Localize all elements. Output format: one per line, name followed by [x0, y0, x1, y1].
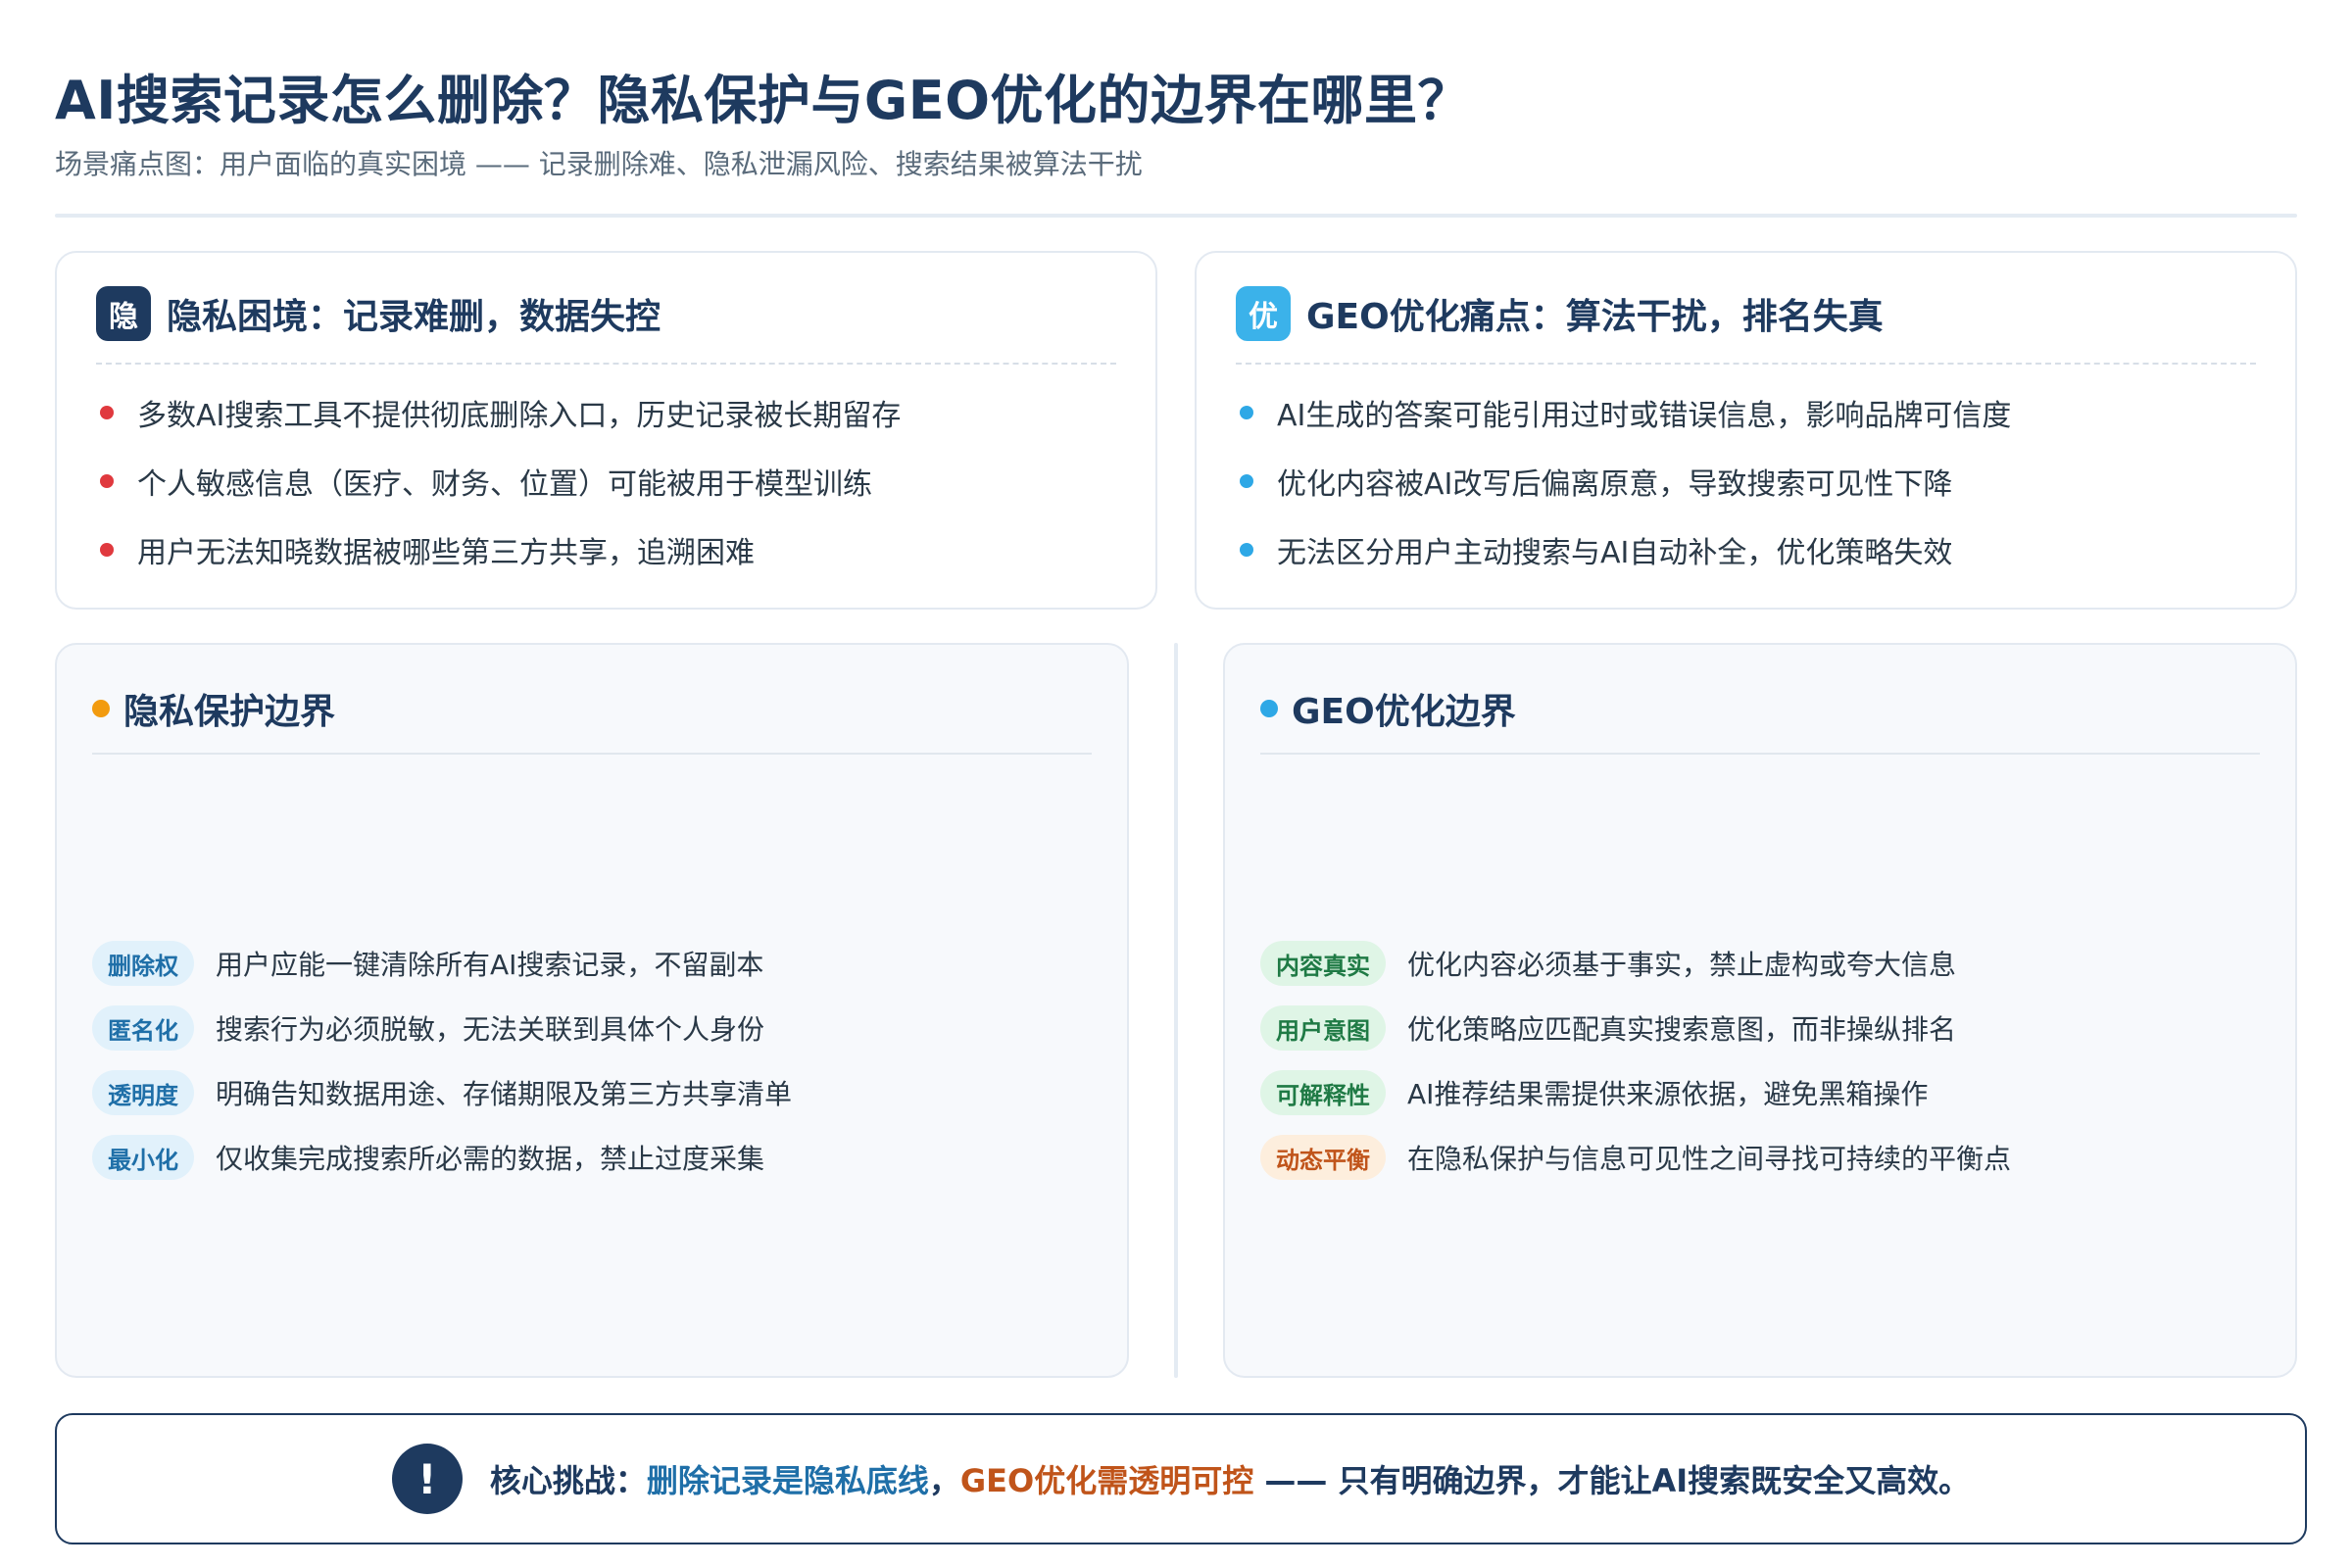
page-title: AI搜索记录怎么删除？隐私保护与GEO优化的边界在哪里？ [55, 70, 1471, 131]
bullet-dot-icon [100, 406, 114, 419]
banner-comma: ， [928, 1462, 960, 1499]
list-item: 优化内容被AI改写后偏离原意，导致搜索可见性下降 [1236, 447, 2256, 515]
banner-highlight-orange: GEO优化需透明可控 [959, 1462, 1254, 1499]
list-item-text: 优化内容被AI改写后偏离原意，导致搜索可见性下降 [1277, 467, 1953, 502]
privacy-pain-list: 多数AI搜索工具不提供彻底删除入口，历史记录被长期留存 个人敏感信息（医疗、财务… [96, 378, 1116, 584]
principle-tag: 最小化 [92, 1135, 194, 1180]
banner-prefix: 核心挑战： [489, 1462, 647, 1499]
principle-text: 仅收集完成搜索所必需的数据，禁止过度采集 [216, 1143, 765, 1175]
principle-tag: 动态平衡 [1259, 1135, 1386, 1180]
geo-boundary-header: GEO优化边界 [1259, 684, 2260, 733]
list-item: 用户意图 优化策略应匹配真实搜索意图，而非操纵排名 [1259, 996, 2260, 1060]
geo-pain-list: AI生成的答案可能引用过时或错误信息，影响品牌可信度 优化内容被AI改写后偏离原… [1236, 378, 2256, 584]
list-item: 个人敏感信息（医疗、财务、位置）可能被用于模型训练 [96, 447, 1116, 515]
privacy-pain-card: 隐 隐私困境：记录难删，数据失控 多数AI搜索工具不提供彻底删除入口，历史记录被… [55, 251, 1157, 610]
list-item-text: AI生成的答案可能引用过时或错误信息，影响品牌可信度 [1277, 399, 2012, 433]
list-item-text: 多数AI搜索工具不提供彻底删除入口，历史记录被长期留存 [137, 399, 902, 433]
principle-tag: 删除权 [92, 941, 194, 986]
privacy-boundary-title: 隐私保护边界 [123, 692, 336, 732]
header-divider [55, 214, 2297, 218]
list-item: 动态平衡 在隐私保护与信息可见性之间寻找可持续的平衡点 [1259, 1125, 2260, 1190]
list-item-text: 用户无法知晓数据被哪些第三方共享，追溯困难 [137, 536, 755, 570]
list-item: 内容真实 优化内容必须基于事实，禁止虚构或夸大信息 [1259, 931, 2260, 996]
principle-text: 优化策略应匹配真实搜索意图，而非操纵排名 [1406, 1013, 1956, 1046]
privacy-boundary-divider [92, 753, 1093, 755]
geo-badge-icon: 优 [1236, 286, 1291, 341]
privacy-pain-title: 隐私困境：记录难删，数据失控 [167, 297, 662, 337]
privacy-boundary-list: 删除权 用户应能一键清除所有AI搜索记录，不留副本 匿名化 搜索行为必须脱敏，无… [92, 931, 1092, 1190]
privacy-boundary-card: 隐私保护边界 删除权 用户应能一键清除所有AI搜索记录，不留副本 匿名化 搜索行… [55, 643, 1130, 1378]
boundaries-row: 隐私保护边界 删除权 用户应能一键清除所有AI搜索记录，不留副本 匿名化 搜索行… [55, 643, 2297, 1378]
exclamation-icon: ! [391, 1444, 463, 1514]
principle-tag: 内容真实 [1259, 941, 1386, 986]
orange-dot-icon [92, 700, 110, 717]
geo-boundary-list: 内容真实 优化内容必须基于事实，禁止虚构或夸大信息 用户意图 优化策略应匹配真实… [1259, 931, 2260, 1190]
list-item: 透明度 明确告知数据用途、存储期限及第三方共享清单 [92, 1060, 1092, 1125]
bullet-dot-icon [1240, 406, 1253, 419]
banner-text: 核心挑战：删除记录是隐私底线，GEO优化需透明可控 —— 只有明确边界，才能让A… [490, 1456, 1970, 1501]
principle-tag: 用户意图 [1259, 1005, 1386, 1051]
bullet-dot-icon [100, 474, 114, 488]
list-item: 用户无法知晓数据被哪些第三方共享，追溯困难 [96, 515, 1116, 584]
privacy-badge-icon: 隐 [96, 286, 151, 341]
bullet-dot-icon [1240, 474, 1253, 488]
banner-suffix: —— 只有明确边界，才能让AI搜索既安全又高效。 [1253, 1462, 1971, 1499]
bullet-dot-icon [100, 543, 114, 557]
principle-tag: 可解释性 [1259, 1070, 1386, 1115]
core-challenge-banner: ! 核心挑战：删除记录是隐私底线，GEO优化需透明可控 —— 只有明确边界，才能… [55, 1413, 2307, 1544]
principle-text: AI推荐结果需提供来源依据，避免黑箱操作 [1406, 1078, 1929, 1110]
bullet-dot-icon [1240, 543, 1253, 557]
blue-dot-icon [1259, 700, 1278, 717]
privacy-pain-header: 隐 隐私困境：记录难删，数据失控 [96, 286, 1116, 341]
list-item-text: 无法区分用户主动搜索与AI自动补全，优化策略失效 [1277, 536, 1953, 570]
principle-text: 明确告知数据用途、存储期限及第三方共享清单 [216, 1078, 793, 1110]
geo-boundary-title: GEO优化边界 [1291, 692, 1516, 732]
list-item: 匿名化 搜索行为必须脱敏，无法关联到具体个人身份 [92, 996, 1092, 1060]
geo-pain-header: 优 GEO优化痛点：算法干扰，排名失真 [1236, 286, 2256, 341]
banner-highlight-blue: 删除记录是隐私底线 [646, 1462, 929, 1499]
page-subtitle: 场景痛点图：用户面临的真实困境 —— 记录删除难、隐私泄漏风险、搜索结果被算法干… [55, 148, 1143, 180]
list-item: 删除权 用户应能一键清除所有AI搜索记录，不留副本 [92, 931, 1092, 996]
principle-tag: 透明度 [92, 1070, 194, 1115]
principle-tag: 匿名化 [92, 1005, 194, 1051]
list-item: 最小化 仅收集完成搜索所必需的数据，禁止过度采集 [92, 1125, 1092, 1190]
pain-points-row: 隐 隐私困境：记录难删，数据失控 多数AI搜索工具不提供彻底删除入口，历史记录被… [55, 251, 2297, 610]
list-item-text: 个人敏感信息（医疗、财务、位置）可能被用于模型训练 [137, 467, 872, 502]
geo-pain-card: 优 GEO优化痛点：算法干扰，排名失真 AI生成的答案可能引用过时或错误信息，影… [1195, 251, 2297, 610]
principle-text: 搜索行为必须脱敏，无法关联到具体个人身份 [216, 1013, 765, 1046]
geo-boundary-divider [1259, 753, 2260, 755]
page: AI搜索记录怎么删除？隐私保护与GEO优化的边界在哪里？ 场景痛点图：用户面临的… [0, 0, 2352, 1568]
geo-pain-title: GEO优化痛点：算法干扰，排名失真 [1306, 297, 1884, 337]
list-item: AI生成的答案可能引用过时或错误信息，影响品牌可信度 [1236, 378, 2256, 447]
column-separator [1174, 643, 1178, 1378]
privacy-boundary-header: 隐私保护边界 [92, 684, 1092, 733]
geo-boundary-card: GEO优化边界 内容真实 优化内容必须基于事实，禁止虚构或夸大信息 用户意图 优… [1222, 643, 2297, 1378]
principle-text: 优化内容必须基于事实，禁止虚构或夸大信息 [1406, 949, 1956, 981]
principle-text: 用户应能一键清除所有AI搜索记录，不留副本 [216, 949, 764, 981]
list-item: 可解释性 AI推荐结果需提供来源依据，避免黑箱操作 [1259, 1060, 2260, 1125]
list-item: 多数AI搜索工具不提供彻底删除入口，历史记录被长期留存 [96, 378, 1116, 447]
principle-text: 在隐私保护与信息可见性之间寻找可持续的平衡点 [1406, 1143, 2011, 1175]
privacy-pain-divider [96, 363, 1116, 365]
geo-pain-divider [1236, 363, 2256, 365]
list-item: 无法区分用户主动搜索与AI自动补全，优化策略失效 [1236, 515, 2256, 584]
